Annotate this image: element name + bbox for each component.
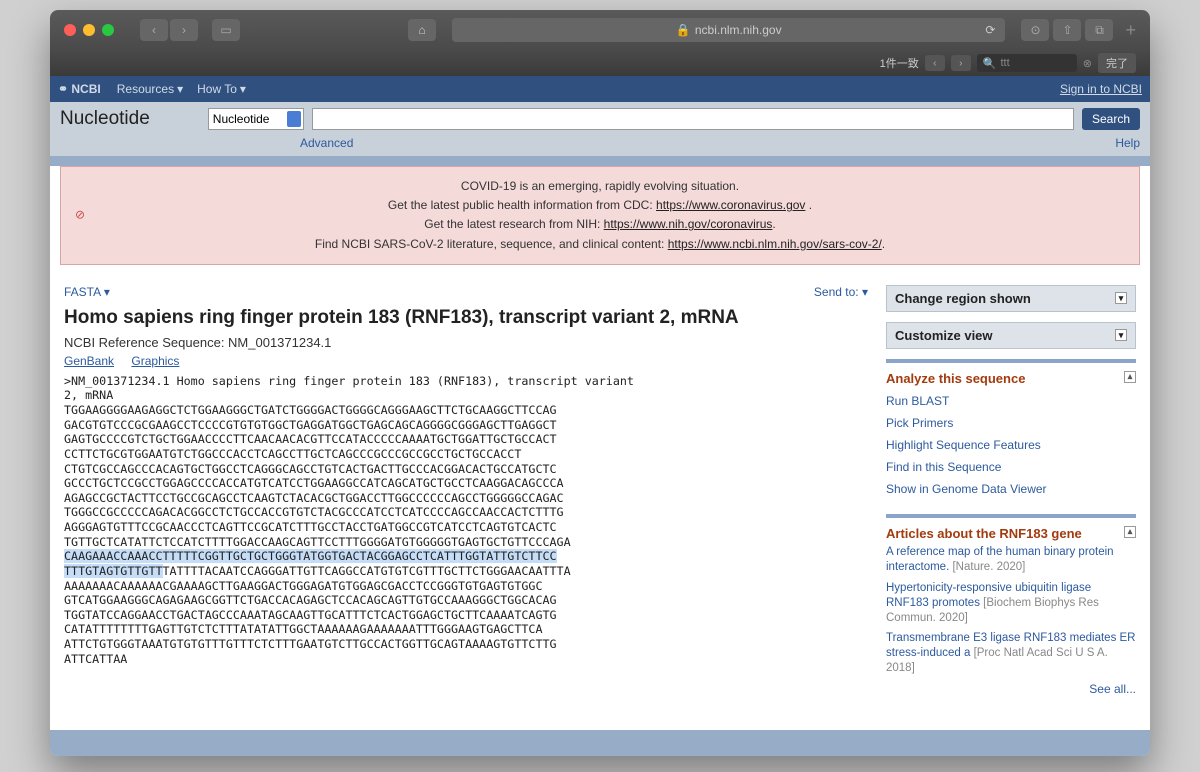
collapse-icon[interactable]: ▴ (1124, 526, 1136, 538)
search-button[interactable]: Search (1082, 108, 1140, 130)
find-in-sequence-link[interactable]: Find in this Sequence (886, 456, 1136, 478)
db-title: Nucleotide (60, 108, 150, 130)
back-button[interactable]: ‹ (140, 19, 168, 41)
resources-menu[interactable]: Resources ▾ (117, 82, 183, 96)
maximize-icon[interactable] (102, 24, 114, 36)
address-bar[interactable]: 🔒 ncbi.nlm.nih.gov ⟳ (452, 18, 1005, 42)
titlebar: ‹ › ▭ ⌂ 🔒 ncbi.nlm.nih.gov ⟳ ⊙ ⇧ ⧉ + (50, 10, 1150, 50)
chevron-down-icon: ▾ (1115, 292, 1127, 304)
ncbi-header: ⚭ NCBI Resources ▾ How To ▾ Sign in to N… (50, 76, 1150, 102)
sars-link[interactable]: https://www.ncbi.nlm.nih.gov/sars-cov-2/ (668, 237, 882, 251)
chevron-down-icon: ▾ (177, 82, 183, 96)
region-panel[interactable]: Change region shown▾ (886, 285, 1136, 312)
find-clear-icon[interactable]: ⊗ (1083, 57, 1092, 70)
share-button[interactable]: ⇧ (1053, 19, 1081, 41)
tabs-button[interactable]: ⧉ (1085, 19, 1113, 41)
signin-link[interactable]: Sign in to NCBI (1060, 82, 1142, 96)
sidebar-toggle-button[interactable]: ▭ (212, 19, 240, 41)
nih-link[interactable]: https://www.nih.gov/coronavirus (604, 217, 773, 231)
graphics-link[interactable]: Graphics (131, 354, 179, 368)
close-icon[interactable] (64, 24, 76, 36)
find-bar: 1件一致 ‹ › 🔍ttt ⊗ 完了 (50, 50, 1150, 76)
url-text: ncbi.nlm.nih.gov (695, 23, 782, 37)
downloads-button[interactable]: ⊙ (1021, 19, 1049, 41)
window-controls (64, 24, 114, 36)
run-blast-link[interactable]: Run BLAST (886, 390, 1136, 412)
search-input[interactable] (312, 108, 1074, 130)
genome-viewer-link[interactable]: Show in Genome Data Viewer (886, 478, 1136, 500)
analyze-section: Analyze this sequence▴ Run BLAST Pick Pr… (886, 359, 1136, 500)
articles-section: Articles about the RNF183 gene▴ A refere… (886, 514, 1136, 697)
record-title: Homo sapiens ring finger protein 183 (RN… (64, 307, 868, 329)
find-next-button[interactable]: › (951, 55, 971, 71)
reload-icon[interactable]: ⟳ (985, 23, 995, 37)
customize-panel[interactable]: Customize view▾ (886, 322, 1136, 349)
find-input[interactable]: 🔍ttt (977, 54, 1077, 72)
alert-icon: ⊘ (75, 206, 85, 225)
search-icon: 🔍 (983, 57, 997, 70)
sequence-text: >NM_001371234.1 Homo sapiens ring finger… (64, 374, 868, 667)
highlight-features-link[interactable]: Highlight Sequence Features (886, 434, 1136, 456)
home-button[interactable]: ⌂ (408, 19, 436, 41)
ncbi-icon: ⚭ (58, 82, 71, 96)
forward-button[interactable]: › (170, 19, 198, 41)
find-count: 1件一致 (880, 55, 919, 71)
search-bar: Nucleotide Nucleotide Search (50, 102, 1150, 136)
sidebar: Change region shown▾ Customize view▾ Ana… (886, 285, 1136, 711)
chevron-down-icon: ▾ (862, 285, 868, 299)
main-column: FASTA ▾ Send to: ▾ Homo sapiens ring fin… (64, 285, 868, 711)
genbank-link[interactable]: GenBank (64, 354, 114, 368)
minimize-icon[interactable] (83, 24, 95, 36)
format-select[interactable]: FASTA ▾ (64, 285, 110, 299)
sendto-menu[interactable]: Send to: ▾ (814, 285, 868, 299)
chevron-down-icon: ▾ (240, 82, 246, 96)
find-prev-button[interactable]: ‹ (925, 55, 945, 71)
chevron-down-icon: ▾ (104, 285, 110, 299)
see-all-link[interactable]: See all... (1089, 682, 1136, 696)
covid-alert: ⊘ COVID-19 is an emerging, rapidly evolv… (60, 166, 1140, 265)
advanced-link[interactable]: Advanced (300, 136, 353, 150)
collapse-icon[interactable]: ▴ (1124, 371, 1136, 383)
help-link[interactable]: Help (1115, 136, 1140, 150)
ncbi-logo[interactable]: ⚭ NCBI (58, 82, 101, 96)
pick-primers-link[interactable]: Pick Primers (886, 412, 1136, 434)
chevron-down-icon: ▾ (1115, 329, 1127, 341)
refseq-id: NCBI Reference Sequence: NM_001371234.1 (64, 335, 868, 350)
find-done-button[interactable]: 完了 (1098, 53, 1136, 73)
lock-icon: 🔒 (676, 23, 691, 37)
page-content: ⚭ NCBI Resources ▾ How To ▾ Sign in to N… (50, 76, 1150, 756)
howto-menu[interactable]: How To ▾ (197, 82, 246, 96)
new-tab-button[interactable]: + (1125, 20, 1136, 41)
browser-window: ‹ › ▭ ⌂ 🔒 ncbi.nlm.nih.gov ⟳ ⊙ ⇧ ⧉ + 1件一… (50, 10, 1150, 756)
cdc-link[interactable]: https://www.coronavirus.gov (656, 198, 805, 212)
db-select[interactable]: Nucleotide (208, 108, 304, 130)
